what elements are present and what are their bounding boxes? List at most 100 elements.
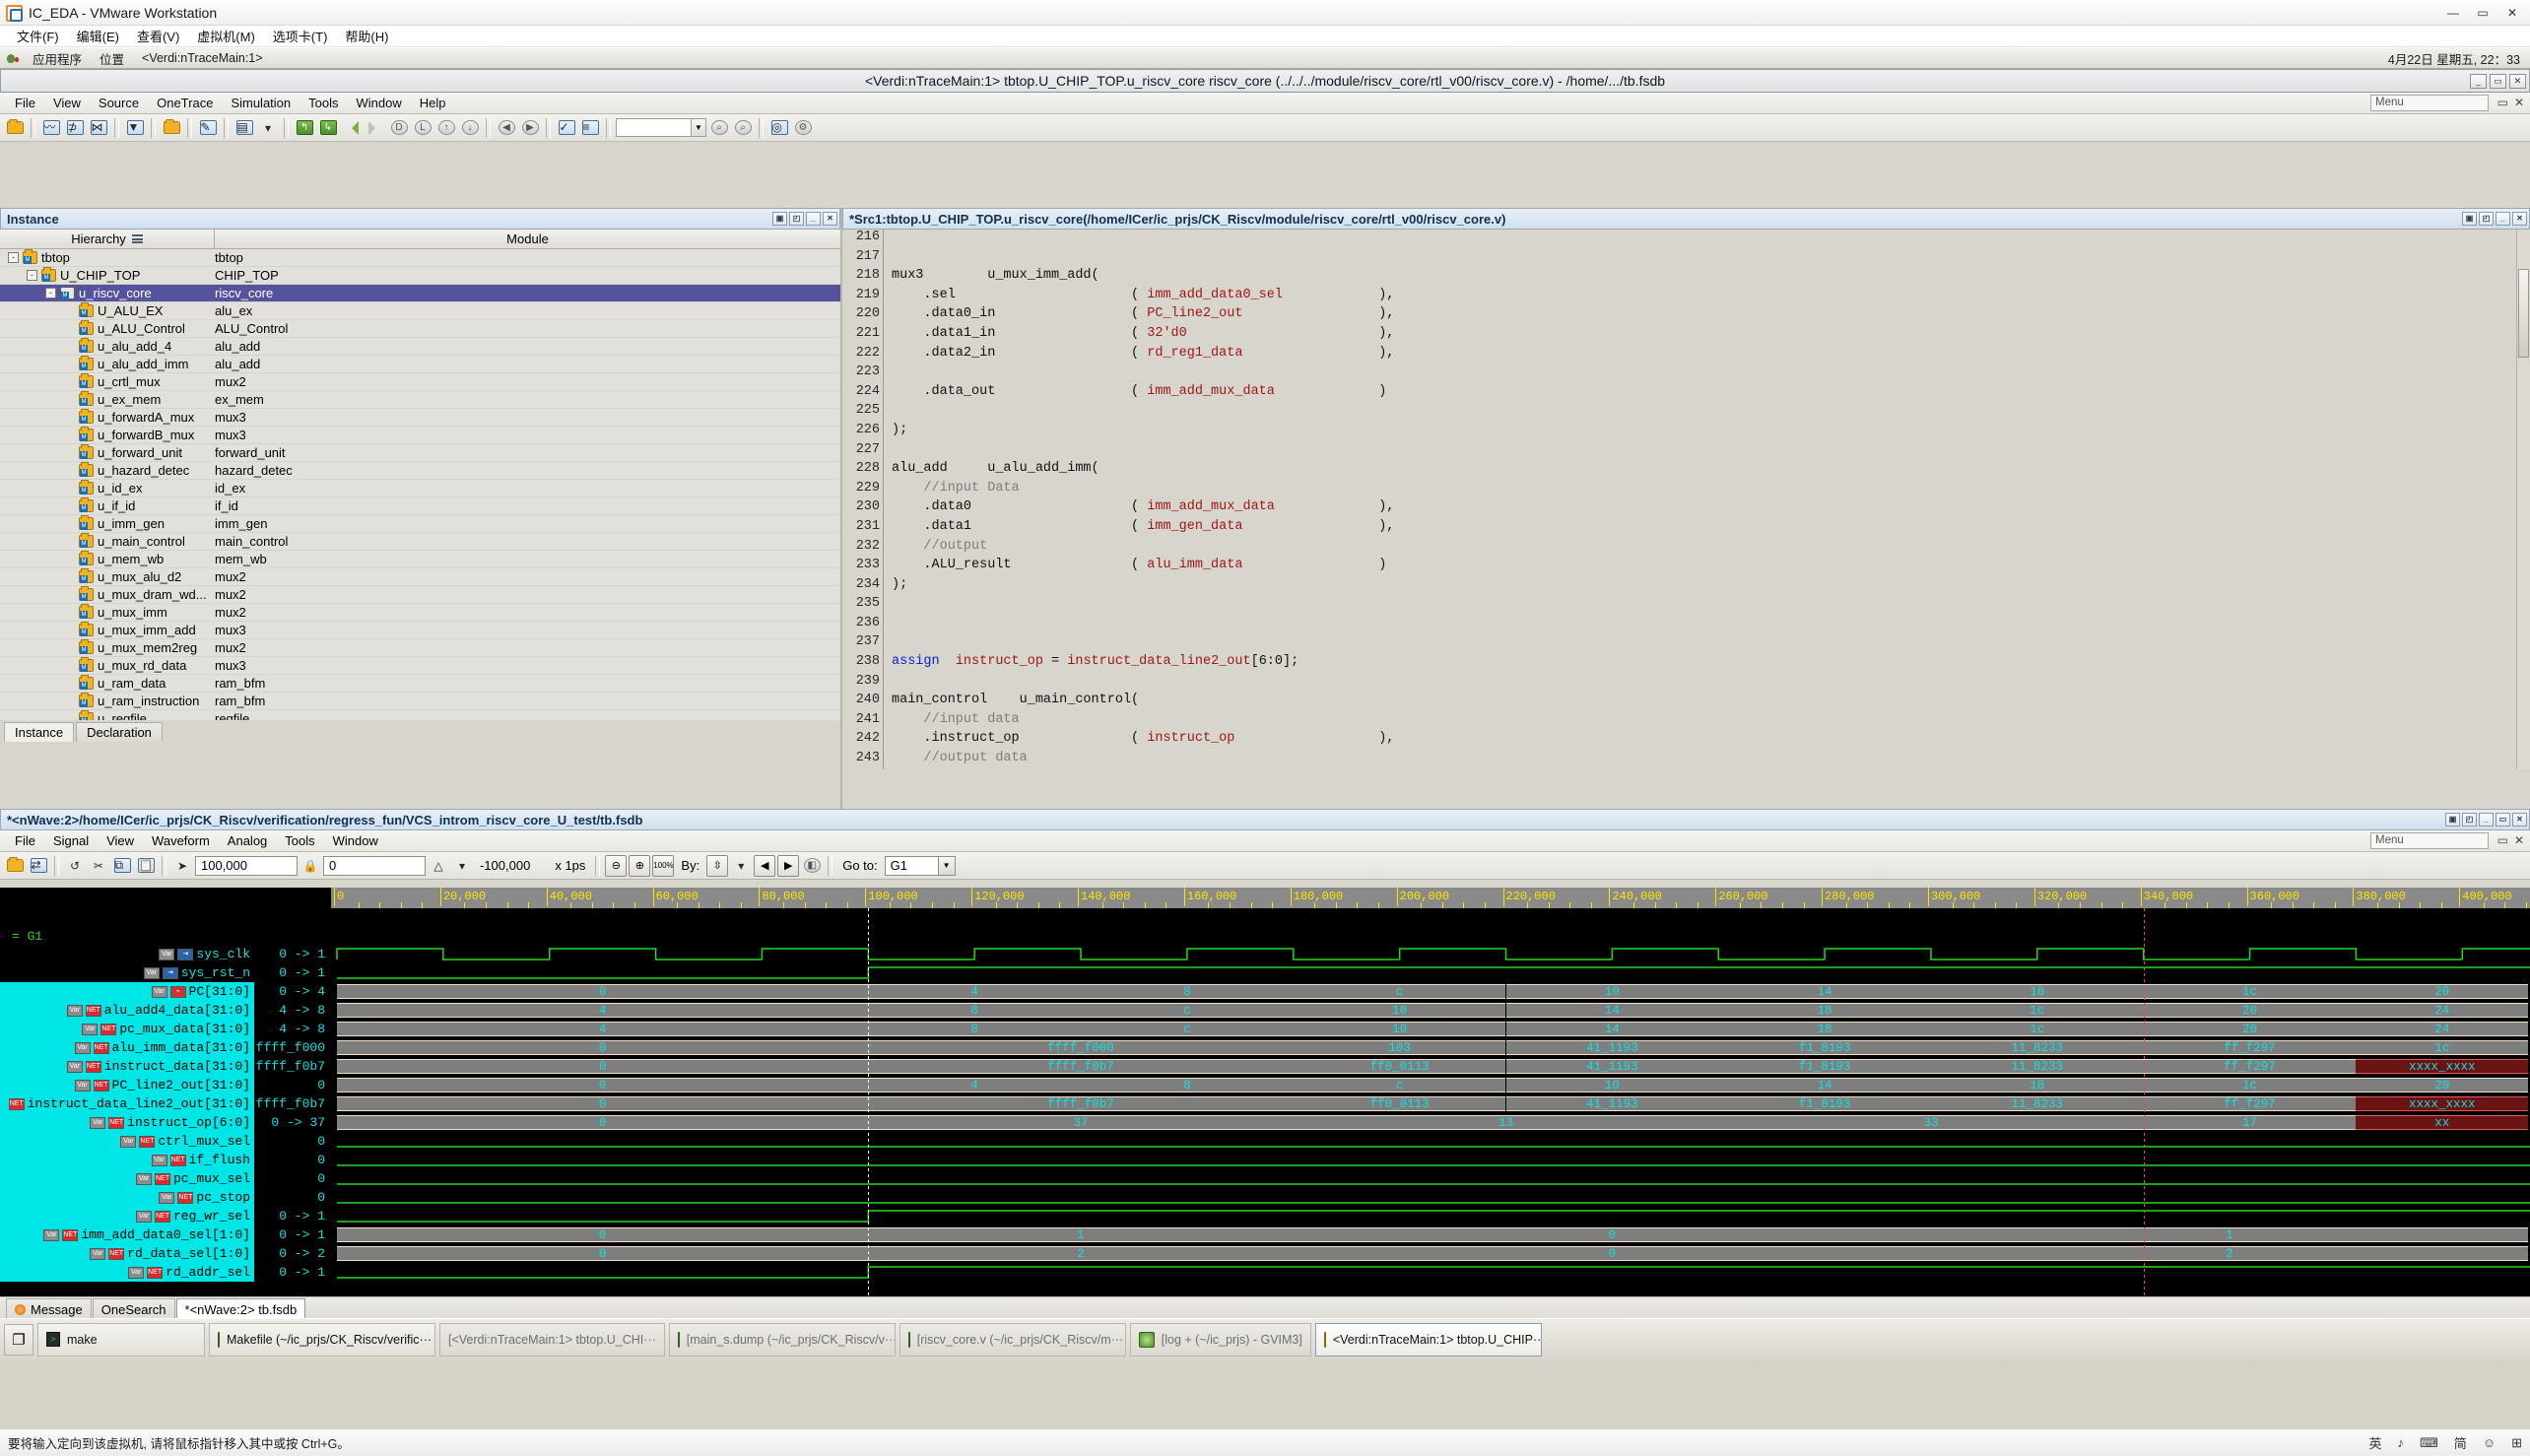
time-ruler[interactable]: 020,00040,00060,00080,000100,000120,0001… bbox=[331, 888, 2530, 908]
waveform-row[interactable]: 048c1014181c20 bbox=[331, 1076, 2530, 1094]
waveform-row[interactable]: 0101 bbox=[331, 1225, 2530, 1244]
delta-icon[interactable]: △ bbox=[428, 855, 449, 877]
tree-toggle-icon[interactable]: - bbox=[45, 288, 56, 298]
forward-arrow-icon[interactable] bbox=[365, 117, 386, 139]
trace-up-icon[interactable]: ↰ bbox=[294, 117, 315, 139]
zoom-in-icon[interactable]: ⊕ bbox=[629, 855, 650, 877]
ime-music-icon[interactable]: ♪ bbox=[2398, 1435, 2405, 1450]
annotate-icon[interactable]: ✓ bbox=[556, 117, 577, 139]
tree-row-u-alu-add-imm[interactable]: u_alu_add_immalu_add bbox=[0, 356, 840, 373]
hierarchy-tree[interactable]: -tbtoptbtop-U_CHIP_TOPCHIP_TOP-u_riscv_c… bbox=[0, 249, 840, 720]
nwave-maximize-icon[interactable]: ▭ bbox=[2496, 813, 2510, 827]
tree-row-u-alu-control[interactable]: u_ALU_ControlALU_Control bbox=[0, 320, 840, 338]
nwave-menu-tools[interactable]: Tools bbox=[276, 831, 323, 850]
netlist-icon[interactable]: ⋈ bbox=[88, 117, 109, 139]
vmware-menu-tabs[interactable]: 选项卡(T) bbox=[264, 25, 337, 47]
code-line[interactable]: .data1_in ( 32'd0 ), bbox=[892, 326, 2530, 346]
nwave-menu-file[interactable]: File bbox=[6, 831, 44, 850]
ime-keyboard-icon[interactable]: ⌨ bbox=[2420, 1435, 2438, 1451]
signal-name-sys-rst-n[interactable]: Var⇥sys_rst_n bbox=[0, 963, 254, 982]
tree-row-u-forwardb-mux[interactable]: u_forwardB_muxmux3 bbox=[0, 427, 840, 444]
places-menu[interactable]: 位置 bbox=[91, 48, 133, 69]
source-pin-icon[interactable]: ▣ bbox=[2462, 212, 2477, 226]
applications-menu[interactable]: 应用程序 bbox=[24, 48, 91, 69]
search-icon[interactable]: ⌕ bbox=[708, 117, 730, 139]
tree-row-u-alu-ex[interactable]: U_ALU_EXalu_ex bbox=[0, 302, 840, 320]
signal-name-if-flush[interactable]: VarNETif_flush bbox=[0, 1151, 254, 1169]
ime-panel-icon[interactable]: ⊞ bbox=[2511, 1435, 2522, 1451]
waveform-row[interactable] bbox=[331, 1169, 2530, 1188]
vmware-menu-file[interactable]: 文件(F) bbox=[8, 25, 68, 47]
column-header-hierarchy[interactable]: Hierarchy bbox=[0, 230, 215, 248]
tree-row-u-mux-dram-wd-[interactable]: u_mux_dram_wd...mux2 bbox=[0, 586, 840, 604]
ime-lang-icon[interactable]: 英 bbox=[2369, 1433, 2382, 1452]
tree-row-u-main-control[interactable]: u_main_controlmain_control bbox=[0, 533, 840, 551]
tab-nwave-fsdb[interactable]: *<nWave:2> tb.fsdb bbox=[176, 1298, 306, 1320]
toolbar-search-combo[interactable]: ▼ bbox=[616, 118, 706, 137]
marker-time-input[interactable]: 0 bbox=[323, 856, 426, 876]
verdi-menu-source[interactable]: Source bbox=[90, 94, 148, 112]
verdi-maximize-button[interactable]: ▭ bbox=[2490, 74, 2506, 89]
taskbar-item-makefile[interactable]: Makefile (~/ic_prjs/CK_Riscv/verific··· bbox=[209, 1323, 435, 1357]
cursor-time-input[interactable]: 100,000 bbox=[195, 856, 298, 876]
preferences-icon[interactable]: ⚙ bbox=[792, 117, 814, 139]
code-line[interactable] bbox=[892, 596, 2530, 616]
verdi-menu-view[interactable]: View bbox=[44, 94, 90, 112]
vmware-menu-view[interactable]: 查看(V) bbox=[128, 25, 188, 47]
active-window-title[interactable]: <Verdi:nTraceMain:1> bbox=[133, 50, 272, 66]
verdi-menu-simulation[interactable]: Simulation bbox=[222, 94, 300, 112]
signal-name-reg-wr-sel[interactable]: VarNETreg_wr_sel bbox=[0, 1207, 254, 1225]
verdi-menu-restore-icon[interactable]: ▭ bbox=[2497, 96, 2508, 109]
open-file-icon[interactable] bbox=[4, 117, 26, 139]
goto-marker-select[interactable]: G1 ▼ bbox=[885, 856, 956, 876]
waveform-row[interactable]: 048c1014181c20 bbox=[331, 982, 2530, 1001]
tree-row-u-ex-mem[interactable]: u_ex_memex_mem bbox=[0, 391, 840, 409]
waveform-row[interactable]: 037133317xx bbox=[331, 1113, 2530, 1132]
lock-cursor-icon[interactable]: 🔒 bbox=[300, 855, 321, 877]
pane-float-icon[interactable]: ◰ bbox=[789, 212, 804, 226]
code-line[interactable]: .instruct_op ( instruct_op ), bbox=[892, 731, 2530, 751]
tab-message[interactable]: Message bbox=[6, 1298, 92, 1320]
waveform-row[interactable] bbox=[331, 963, 2530, 982]
tree-row-u-id-ex[interactable]: u_id_exid_ex bbox=[0, 480, 840, 497]
source-vertical-scrollbar[interactable] bbox=[2516, 230, 2530, 769]
waveform-area[interactable]: = G1 Var⇥sys_clkVar⇥sys_rst_nVar⌁PC[31:0… bbox=[0, 888, 2530, 1318]
code-line[interactable]: .sel ( imm_add_data0_sel ), bbox=[892, 288, 2530, 307]
nwave-float-icon[interactable]: ◰ bbox=[2462, 813, 2477, 827]
verdi-minimize-button[interactable]: _ bbox=[2470, 74, 2487, 89]
source-close-icon[interactable]: ✕ bbox=[2512, 212, 2527, 226]
verdi-close-button[interactable]: ✕ bbox=[2509, 74, 2526, 89]
code-line[interactable]: .data1 ( imm_gen_data ), bbox=[892, 519, 2530, 539]
reload-icon[interactable]: ⇄ bbox=[28, 855, 49, 877]
tree-row-u-mux-mem2reg[interactable]: u_mux_mem2regmux2 bbox=[0, 639, 840, 657]
down-level-icon[interactable]: ↓ bbox=[459, 117, 481, 139]
source-minimize-icon[interactable]: _ bbox=[2496, 212, 2510, 226]
up-level-icon[interactable]: ↑ bbox=[435, 117, 457, 139]
verdi-menu-close-icon[interactable]: ✕ bbox=[2514, 96, 2524, 109]
signal-name-pc-stop[interactable]: VarNETpc_stop bbox=[0, 1188, 254, 1207]
vmware-menu-vm[interactable]: 虚拟机(M) bbox=[188, 25, 264, 47]
verdi-menu-tools[interactable]: Tools bbox=[300, 94, 347, 112]
source-code-text[interactable]: mux3 u_mux_imm_add( .sel ( imm_add_data0… bbox=[884, 230, 2530, 769]
code-line[interactable]: //output data bbox=[892, 751, 2530, 769]
paste-icon[interactable]: 📋 bbox=[135, 855, 157, 877]
code-line[interactable]: .data0 ( imm_add_mux_data ), bbox=[892, 499, 2530, 519]
waveform-row[interactable]: 48c1014181c2024 bbox=[331, 1020, 2530, 1038]
waveform-canvas[interactable]: 020,00040,00060,00080,000100,000120,0001… bbox=[331, 888, 2530, 1318]
signal-name-column[interactable]: = G1 Var⇥sys_clkVar⇥sys_rst_nVar⌁PC[31:0… bbox=[0, 888, 254, 1318]
nwave-restore-icon[interactable]: ▭ bbox=[2497, 833, 2508, 847]
schematic-icon[interactable]: ⊅ bbox=[64, 117, 86, 139]
nwave-menu-search-box[interactable]: Menu bbox=[2370, 832, 2489, 849]
nwave-menu-window[interactable]: Window bbox=[324, 831, 387, 850]
signal-name-instruct-data-31-0-[interactable]: VarNETinstruct_data[31:0] bbox=[0, 1057, 254, 1076]
nwave-pin-icon[interactable]: ▣ bbox=[2445, 813, 2460, 827]
chevron-down-icon[interactable]: ▾ bbox=[257, 117, 279, 139]
pane-minimize-icon[interactable]: _ bbox=[806, 212, 821, 226]
code-line[interactable]: .ALU_result ( alu_imm_data ) bbox=[892, 558, 2530, 577]
nwave-menu-signal[interactable]: Signal bbox=[44, 831, 98, 850]
tree-row-u-mux-rd-data[interactable]: u_mux_rd_datamux3 bbox=[0, 657, 840, 675]
tree-toggle-icon[interactable]: - bbox=[8, 252, 19, 263]
next-match-icon[interactable]: ▶ bbox=[519, 117, 541, 139]
nwave-menu-analog[interactable]: Analog bbox=[219, 831, 276, 850]
taskbar-item-make[interactable]: > make bbox=[37, 1323, 205, 1357]
